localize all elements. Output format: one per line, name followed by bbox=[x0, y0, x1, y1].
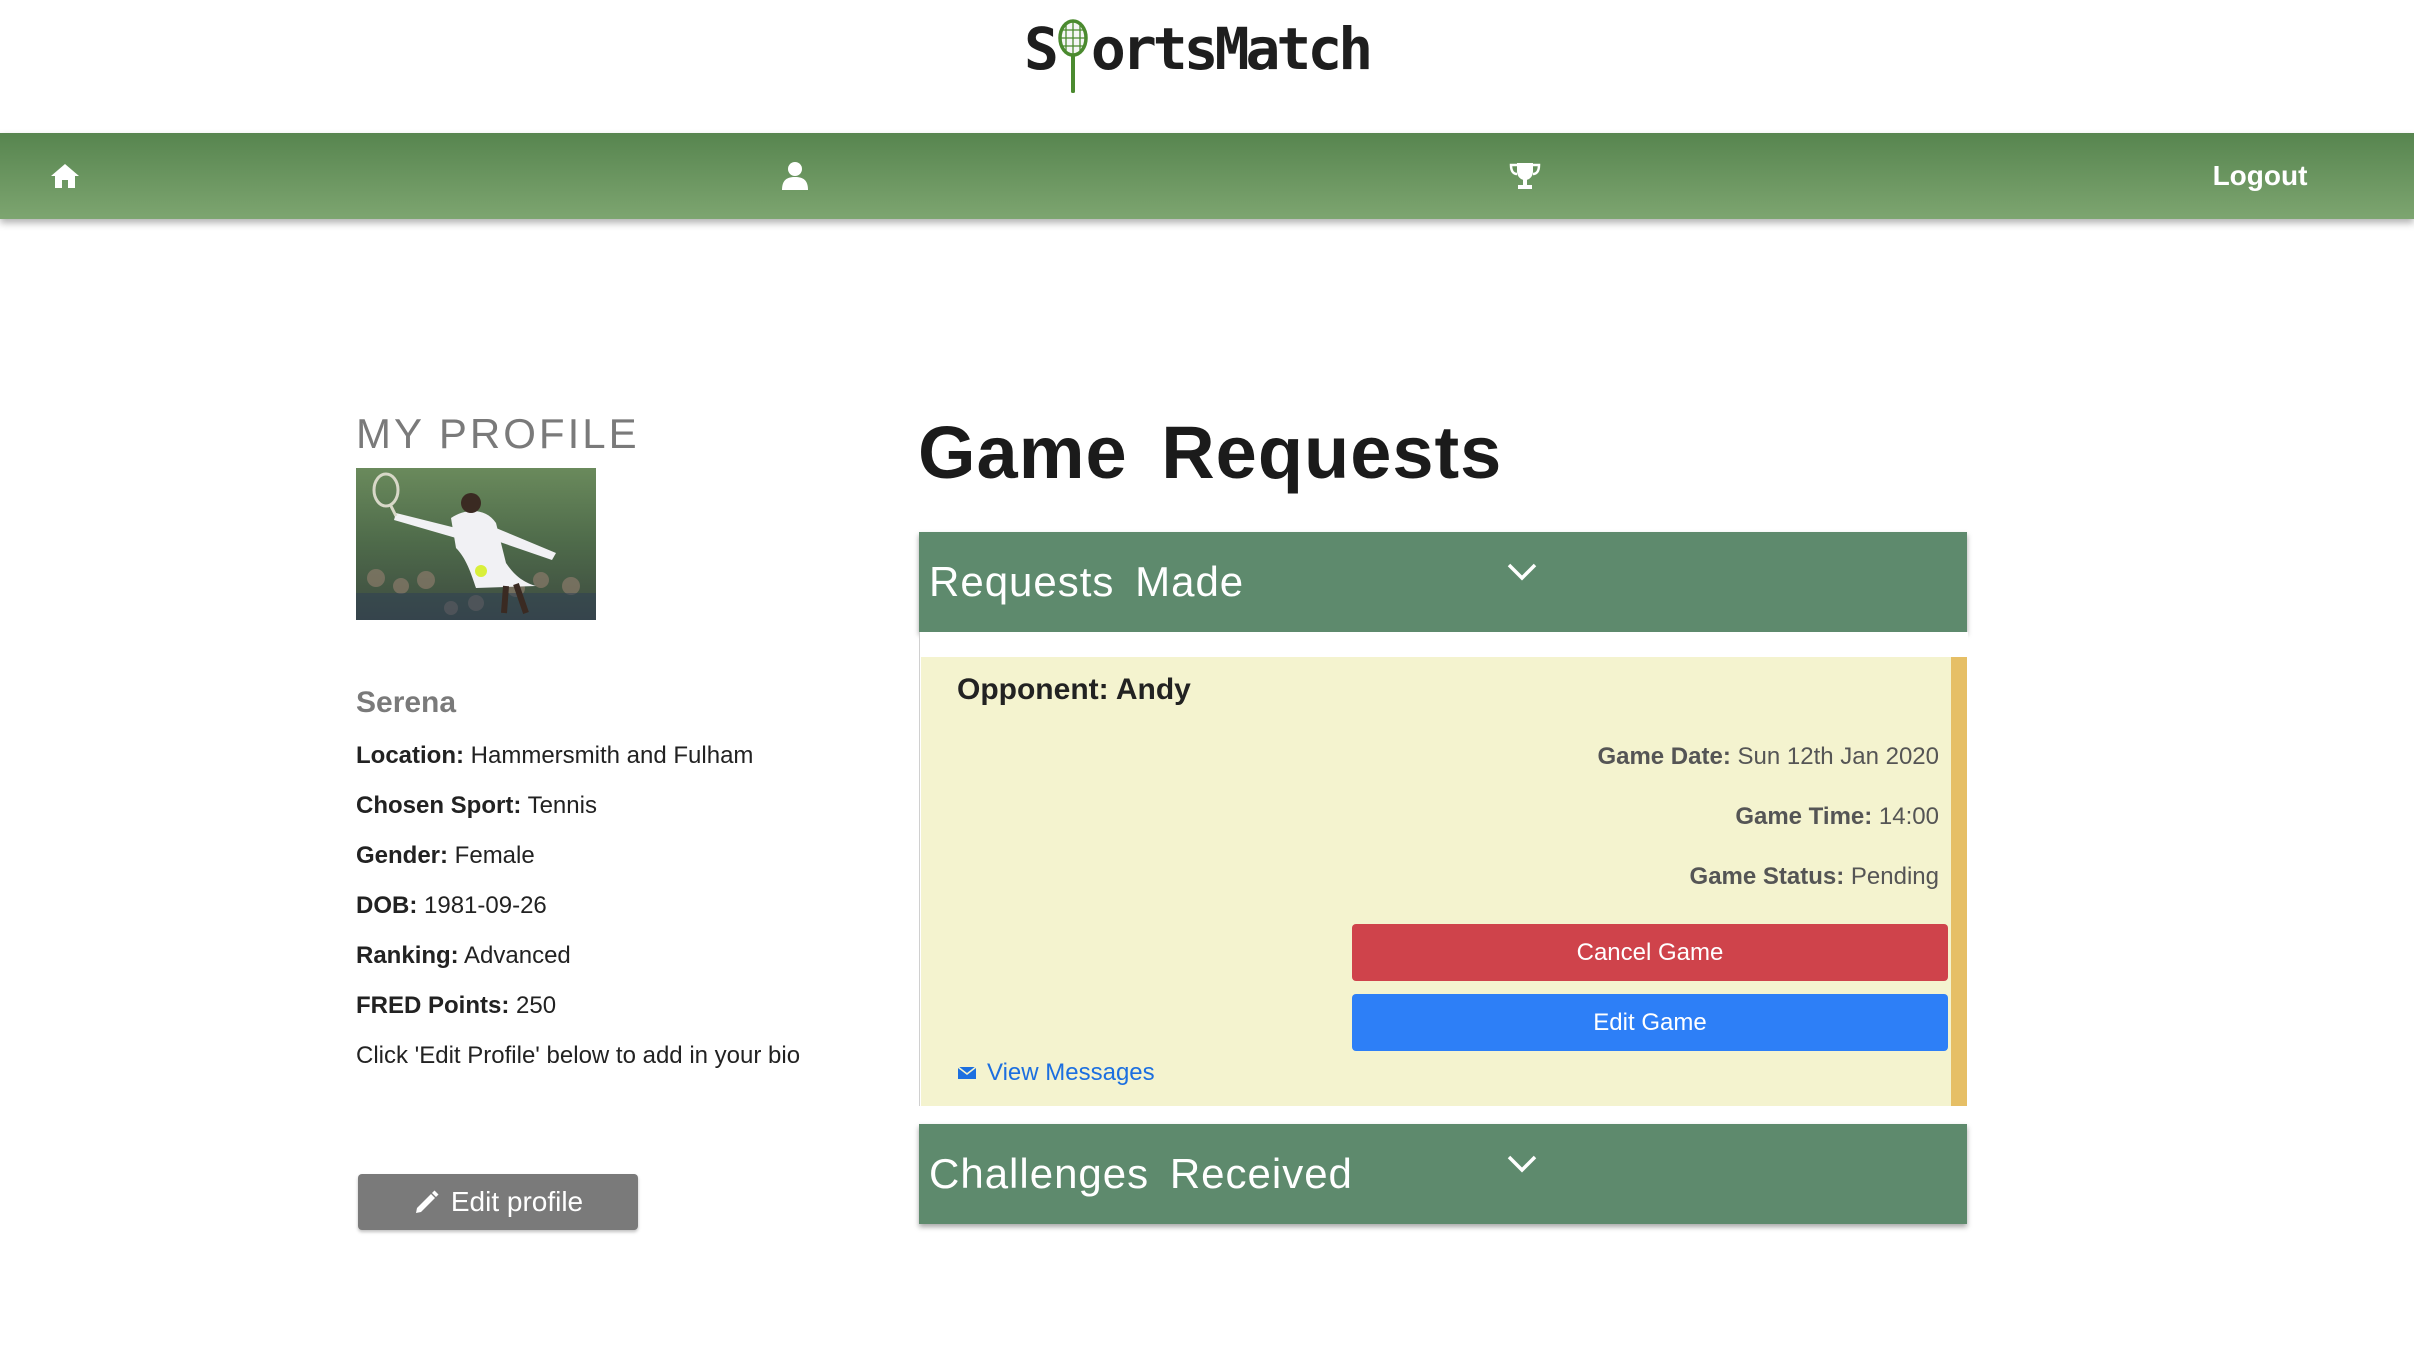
tennis-racket-icon bbox=[1058, 19, 1088, 93]
profile-bio-hint: Click 'Edit Profile' below to add in you… bbox=[356, 1042, 801, 1069]
chevron-down-icon bbox=[1507, 563, 1537, 581]
profile-dob: DOB: 1981-09-26 bbox=[356, 892, 547, 919]
nav-home[interactable] bbox=[20, 133, 110, 219]
edit-profile-button[interactable]: Edit profile bbox=[358, 1174, 638, 1230]
logo-text-start: S bbox=[1024, 15, 1059, 83]
challenges-received-header[interactable]: Challenges Received bbox=[919, 1124, 1967, 1224]
trophy-icon bbox=[1509, 163, 1541, 189]
profile-heading: MY PROFILE bbox=[356, 410, 640, 457]
view-messages-label: View Messages bbox=[987, 1059, 1155, 1086]
profile-photo bbox=[356, 468, 596, 620]
logout-link[interactable]: Logout bbox=[2160, 133, 2360, 219]
profile-panel: MY PROFILE Serena Location: Hammersmith … bbox=[356, 410, 876, 1230]
game-status: Game Status: Pending bbox=[1689, 863, 1939, 890]
chevron-down-icon bbox=[1507, 1155, 1537, 1173]
main-nav: Logout bbox=[0, 133, 2414, 219]
profile-name: Serena bbox=[356, 686, 457, 719]
profile-location: Location: Hammersmith and Fulham bbox=[356, 742, 754, 769]
nav-leaderboard[interactable] bbox=[1480, 133, 1570, 219]
profile-fred-points: FRED Points: 250 bbox=[356, 992, 557, 1019]
logo-text-end: ortsMatch bbox=[1090, 15, 1373, 83]
home-icon bbox=[51, 164, 79, 188]
profile-ranking: Ranking: Advanced bbox=[356, 942, 571, 969]
challenges-received-title: Challenges Received bbox=[929, 1150, 1353, 1197]
nav-profile[interactable] bbox=[750, 133, 840, 219]
game-date: Game Date: Sun 12th Jan 2020 bbox=[1597, 743, 1939, 770]
profile-gender: Gender: Female bbox=[356, 842, 535, 869]
opponent-name: Opponent: Andy bbox=[957, 673, 1191, 706]
pencil-icon bbox=[415, 1190, 439, 1213]
envelope-icon bbox=[957, 1066, 977, 1079]
user-icon bbox=[782, 162, 808, 190]
game-time: Game Time: 14:00 bbox=[1735, 803, 1939, 830]
view-messages-link[interactable]: View Messages bbox=[957, 1059, 1155, 1087]
profile-sport: Chosen Sport: Tennis bbox=[356, 792, 597, 819]
sportsmatch-logo[interactable]: S ortsMatch bbox=[1024, 10, 1373, 100]
game-request-card: Opponent: Andy Game Date: Sun 12th Jan 2… bbox=[921, 657, 1967, 1106]
requests-made-title: Requests Made bbox=[929, 558, 1245, 605]
edit-game-button[interactable]: Edit Game bbox=[1352, 994, 1948, 1051]
requests-made-header[interactable]: Requests Made bbox=[919, 532, 1967, 632]
site-header: S ortsMatch bbox=[0, 0, 2414, 133]
cancel-game-button[interactable]: Cancel Game bbox=[1352, 924, 1948, 981]
page-title: Game Requests bbox=[918, 411, 1503, 494]
edit-profile-label: Edit profile bbox=[450, 1186, 584, 1217]
